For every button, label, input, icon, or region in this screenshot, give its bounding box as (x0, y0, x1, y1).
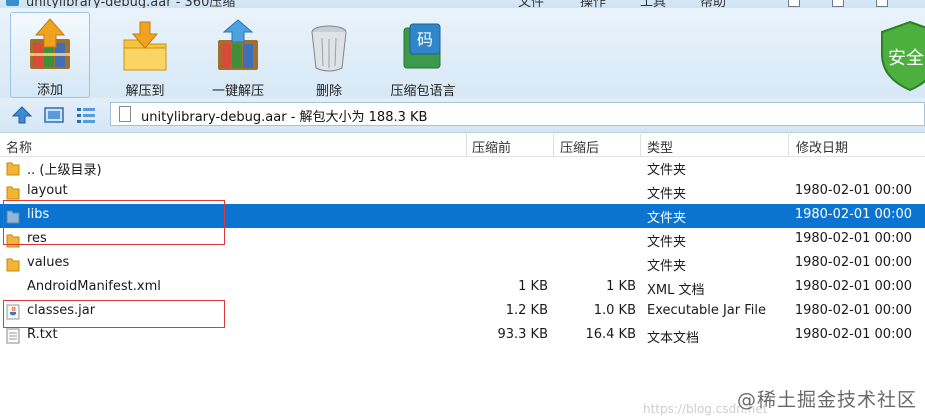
table-row[interactable]: classes.jar 1.2 KB 1.0 KB Executable Jar… (0, 300, 925, 324)
address-bar[interactable]: unitylibrary-debug.aar - 解包大小为 188.3 KB (110, 102, 925, 126)
file-name: classes.jar (27, 303, 96, 318)
file-name: R.txt (27, 327, 58, 342)
file-name: libs (27, 207, 50, 222)
file-type: 文件夹 (647, 163, 687, 178)
extract-to-label: 解压到 (125, 84, 165, 99)
archive-language-button[interactable]: 码 压缩包语言 (380, 14, 466, 99)
file-name: AndroidManifest.xml (27, 279, 161, 294)
file-type: 文件夹 (647, 211, 687, 226)
archive-language-label: 压缩包语言 (390, 84, 456, 99)
file-compressed-size: 1.2 KB (505, 303, 548, 318)
column-type[interactable]: 类型 (647, 137, 673, 156)
column-divider[interactable] (640, 134, 641, 156)
thumbnail-view-icon[interactable] (44, 106, 64, 124)
folder-icon (6, 210, 20, 224)
extract-to-folder-icon (123, 21, 167, 71)
file-modified: 1980-02-01 00:00 (794, 183, 912, 198)
address-path: unitylibrary-debug.aar - 解包大小为 188.3 KB (141, 110, 428, 125)
file-type: 文件夹 (647, 187, 687, 202)
trash-bin-icon (311, 25, 347, 72)
close-icon[interactable] (876, 0, 888, 7)
one-click-extract-icon (218, 19, 258, 70)
table-row[interactable]: AndroidManifest.xml 1 KB 1 KB XML 文档 198… (0, 276, 925, 300)
menu-tools[interactable]: 工具 (640, 0, 666, 8)
app-logo-icon (6, 0, 19, 6)
title-bar: unitylibrary-debug.aar - 360压缩 文件 操作 工具 … (0, 0, 925, 8)
up-arrow-icon[interactable] (12, 106, 32, 124)
column-compressed[interactable]: 压缩前 (472, 137, 511, 156)
add-label: 添加 (36, 83, 63, 98)
menu-help[interactable]: 帮助 (700, 0, 726, 8)
one-click-extract-label: 一键解压 (211, 84, 264, 99)
file-modified: 1980-02-01 00:00 (794, 231, 912, 246)
file-name: values (27, 255, 70, 270)
file-type: Executable Jar File (647, 303, 766, 318)
file-name: res (27, 231, 47, 246)
file-modified: 1980-02-01 00:00 (794, 255, 912, 270)
table-row[interactable]: .. (上级目录) 文件夹 (0, 156, 925, 180)
file-uncompressed-size: 16.4 KB (585, 327, 636, 342)
file-type: XML 文档 (647, 283, 705, 298)
delete-label: 删除 (315, 84, 342, 99)
file-modified: 1980-02-01 00:00 (794, 207, 912, 222)
column-divider[interactable] (553, 134, 554, 156)
file-type: 文件夹 (647, 235, 687, 250)
file-type: 文本文档 (647, 331, 700, 346)
archive-language-icon: 码 (403, 23, 441, 69)
file-compressed-size: 93.3 KB (497, 327, 548, 342)
file-list: .. (上级目录) 文件夹 layout 文件夹 1980-02-01 00:0… (0, 156, 925, 348)
add-books-icon (30, 18, 70, 69)
one-click-extract-button[interactable]: 一键解压 (198, 14, 278, 99)
security-shield-icon[interactable]: 安全 (880, 20, 925, 92)
table-row[interactable]: res 文件夹 1980-02-01 00:00 (0, 228, 925, 252)
list-header: 名称 压缩前 压缩后 类型 修改日期 (0, 134, 925, 157)
column-modified[interactable]: 修改日期 (796, 137, 848, 156)
file-name: layout (27, 183, 68, 198)
java-jar-icon (6, 304, 20, 320)
list-view-icon[interactable] (76, 106, 96, 124)
file-type: 文件夹 (647, 259, 687, 274)
table-row[interactable]: values 文件夹 1980-02-01 00:00 (0, 252, 925, 276)
delete-button[interactable]: 删除 (296, 14, 362, 99)
file-modified: 1980-02-01 00:00 (794, 279, 912, 294)
security-label: 安全 (888, 48, 924, 69)
folder-icon (6, 258, 20, 272)
menu-file[interactable]: 文件 (518, 0, 544, 8)
file-name: .. (上级目录) (27, 163, 102, 178)
file-compressed-size: 1 KB (518, 279, 548, 294)
extract-to-button[interactable]: 解压到 (108, 14, 182, 99)
text-file-icon (6, 328, 20, 344)
file-modified: 1980-02-01 00:00 (794, 303, 912, 318)
table-row-selected[interactable]: libs 文件夹 1980-02-01 00:00 (0, 204, 925, 228)
column-divider[interactable] (788, 134, 789, 156)
address-row: unitylibrary-debug.aar - 解包大小为 188.3 KB (0, 98, 925, 133)
folder-icon (6, 234, 20, 248)
folder-icon (6, 162, 20, 176)
column-name[interactable]: 名称 (6, 137, 32, 156)
xml-file-icon (6, 280, 20, 296)
file-uncompressed-size: 1.0 KB (593, 303, 636, 318)
table-row[interactable]: R.txt 93.3 KB 16.4 KB 文本文档 1980-02-01 00… (0, 324, 925, 348)
column-uncompressed[interactable]: 压缩后 (560, 137, 599, 156)
file-uncompressed-size: 1 KB (606, 279, 636, 294)
folder-icon (6, 186, 20, 200)
table-row[interactable]: layout 文件夹 1980-02-01 00:00 (0, 180, 925, 204)
maximize-icon[interactable] (832, 0, 844, 7)
svg-text:码: 码 (417, 30, 433, 49)
archive-file-icon (119, 106, 131, 122)
watermark: @稀土掘金技术社区 (736, 389, 917, 411)
column-divider[interactable] (466, 134, 467, 156)
menu-operation[interactable]: 操作 (580, 0, 606, 8)
window-title: unitylibrary-debug.aar - 360压缩 (26, 0, 236, 8)
main-toolbar: 添加 解压到 一键解压 删除 码 压缩包语言 安全 (0, 8, 925, 99)
minimize-icon[interactable] (788, 0, 800, 7)
file-modified: 1980-02-01 00:00 (794, 327, 912, 342)
add-button[interactable]: 添加 (10, 12, 90, 98)
